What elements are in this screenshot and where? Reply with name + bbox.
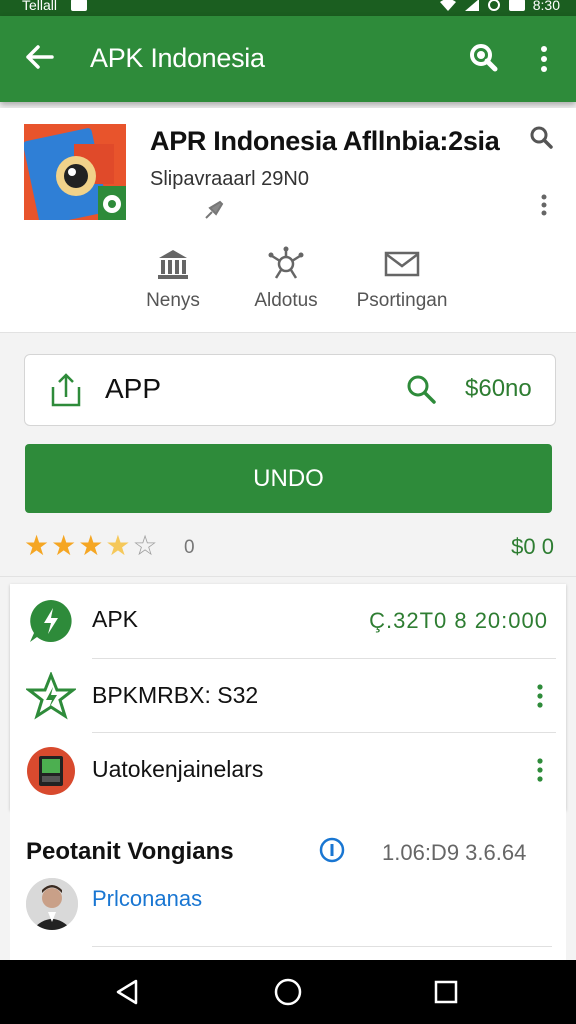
system-nav-bar (0, 960, 576, 1024)
star-empty-icon: ☆ (132, 530, 158, 561)
developer-avatar[interactable] (26, 878, 78, 930)
rating-row: ★ ★ ★ ★ ☆ 0 $0 0 (24, 530, 554, 564)
battery-icon (508, 0, 525, 11)
star-full-icon: ★ (78, 530, 104, 561)
rating-right-text: $0 0 (511, 534, 554, 559)
search-icon[interactable] (464, 40, 500, 76)
list-item-value: Ç.32T0 8 20:000 (369, 608, 548, 633)
nav-back-icon[interactable] (112, 976, 144, 1008)
nav-home-icon[interactable] (272, 976, 304, 1008)
item-overflow-icon[interactable] (534, 756, 546, 784)
section-version: 1.06:D9 3.6.64 (382, 840, 527, 865)
app-bar: APK Indonesia (0, 16, 576, 102)
rating-stars: ★ ★ ★ ★ ☆ (24, 530, 158, 562)
list-separator (92, 658, 556, 659)
pin-icon[interactable] (202, 198, 226, 222)
list-item-label: Uatokenjainelars (92, 756, 264, 782)
action-psortingan[interactable]: Psortingan (352, 246, 452, 312)
action-label: Nenys (146, 290, 200, 311)
list-item-label: APK (92, 606, 139, 632)
back-arrow-icon[interactable] (20, 38, 58, 76)
info-list-card: APK Ç.32T0 8 20:000 BPKMRBX: S32 Uatoken… (10, 584, 566, 810)
alarm-icon (487, 0, 500, 11)
app-name: APR Indonesia Afllnbia:2sia (150, 126, 500, 156)
signal-icon (464, 0, 479, 11)
list-item[interactable]: APK Ç.32T0 8 20:000 (10, 584, 566, 656)
status-bar: Tellall 8:30 (0, 0, 576, 16)
share-icon[interactable] (49, 371, 83, 409)
section-title: Peotanit Vongians (26, 838, 234, 865)
bank-icon (158, 250, 188, 279)
mail-icon (384, 251, 420, 277)
magnifier-icon[interactable] (405, 373, 437, 405)
list-item[interactable]: Uatokenjainelars (10, 734, 566, 806)
search-box-label: APP (105, 373, 162, 404)
network-icon (268, 246, 304, 279)
undo-button[interactable]: UNDO (25, 444, 552, 513)
clock-text: 8:30 (532, 0, 560, 13)
star-badge-icon (26, 672, 76, 720)
wifi-icon (439, 0, 456, 11)
list-separator (92, 732, 556, 733)
action-label: Psortingan (356, 290, 448, 311)
app-header-card: APR Indonesia Afllnbia:2sia Slipavraaarl… (0, 108, 576, 332)
app-bar-title: APK Indonesia (90, 43, 265, 73)
star-half-icon: ★ (105, 530, 131, 561)
developer-name[interactable]: Prlconanas (92, 886, 202, 912)
app-search-box[interactable]: APP $60no (24, 354, 556, 426)
header-divider (0, 332, 576, 333)
section-separator (92, 946, 552, 947)
item-overflow-icon[interactable] (534, 682, 546, 710)
app-subtitle: Slipavraaarl 29N0 (150, 168, 309, 190)
action-aldotus[interactable]: Aldotus (246, 246, 326, 312)
action-nenys[interactable]: Nenys (140, 246, 206, 312)
notification-icon (71, 0, 88, 11)
info-icon[interactable] (318, 836, 346, 864)
action-label: Aldotus (254, 290, 318, 311)
list-item-label: BPKMRBX: S32 (92, 682, 259, 708)
whatsapp-icon (30, 600, 72, 642)
search-box-price: $60no (465, 375, 532, 402)
nav-recents-icon[interactable] (430, 976, 462, 1008)
developer-section: Peotanit Vongians 1.06:D9 3.6.64 Prlcona… (10, 810, 566, 960)
overflow-menu-icon[interactable] (532, 40, 556, 78)
star-full-icon: ★ (24, 530, 50, 561)
header-search-icon[interactable] (528, 124, 554, 150)
device-icon (27, 747, 75, 795)
star-full-icon: ★ (51, 530, 77, 561)
carrier-text: Tellall (22, 0, 58, 13)
header-overflow-icon[interactable] (536, 192, 552, 218)
app-logo-icon[interactable] (24, 124, 126, 220)
rating-count: 0 (184, 537, 195, 558)
list-item[interactable]: BPKMRBX: S32 (10, 660, 566, 732)
rating-divider (0, 576, 576, 577)
